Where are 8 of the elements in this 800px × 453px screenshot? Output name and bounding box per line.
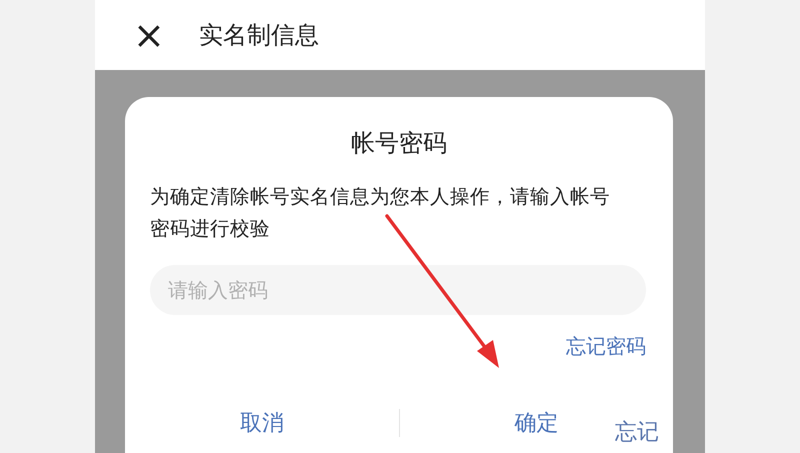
page-title: 实名制信息 bbox=[198, 20, 319, 51]
password-field[interactable]: 请输入密码 bbox=[150, 265, 646, 315]
dialog-title: 帐号密码 bbox=[350, 128, 448, 159]
dialog-message: 为确定清除帐号实名信息为您本人操作，请输入帐号密码进行校验 bbox=[150, 184, 611, 242]
close-button[interactable]: × bbox=[133, 16, 165, 54]
background-link-text: 忘记 bbox=[615, 419, 659, 447]
forgot-password-link[interactable]: 忘记密码 bbox=[566, 333, 646, 360]
dialog-button[interactable]: 取消 bbox=[125, 400, 398, 446]
